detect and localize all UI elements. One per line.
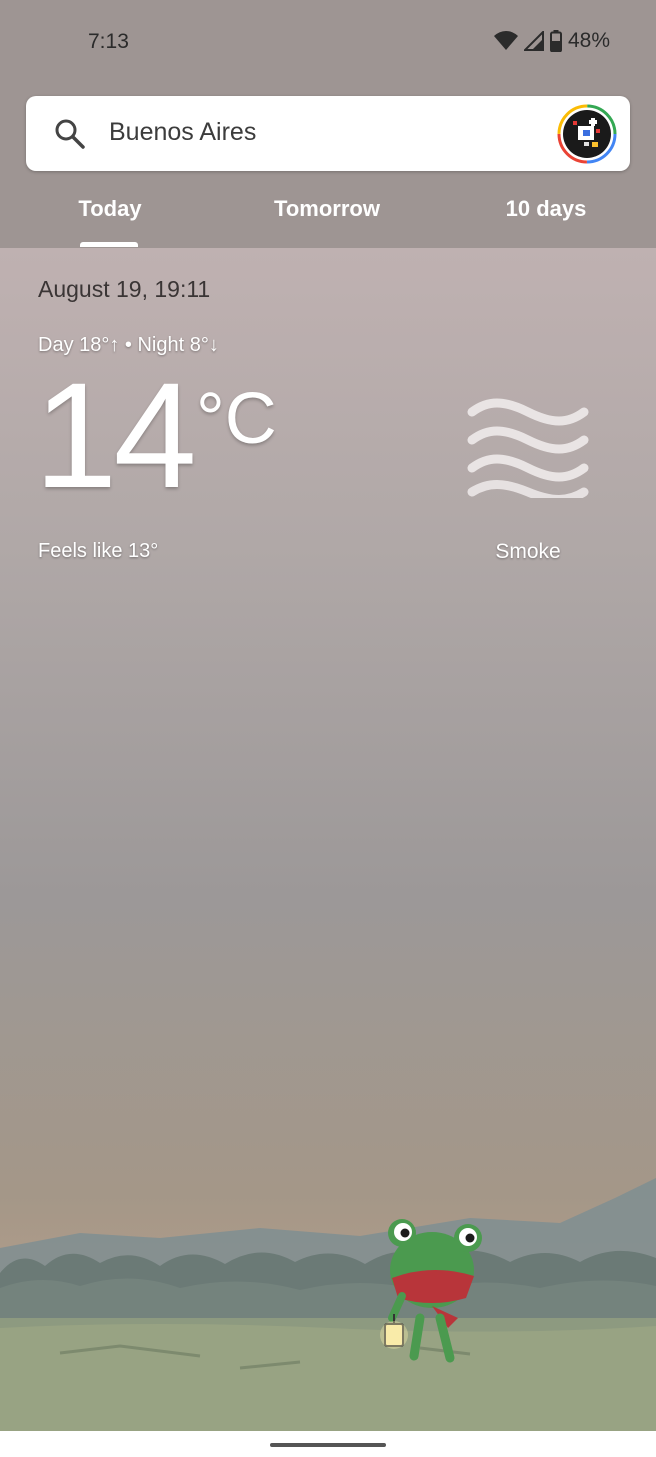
header: Buenos Aires Today Tomorrow 10 days — [0, 84, 656, 248]
avatar[interactable] — [557, 104, 617, 164]
date-time: August 19, 19:11 — [38, 276, 211, 302]
weather-illustration — [0, 1178, 656, 1431]
cell-signal-icon — [523, 31, 544, 51]
tab-today[interactable]: Today — [30, 196, 190, 222]
battery-icon — [549, 30, 562, 52]
current-temperature: 14 — [34, 351, 197, 519]
tab-indicator — [80, 242, 138, 247]
status-icons: 48% — [493, 29, 610, 53]
search-icon[interactable] — [54, 118, 86, 155]
tab-tomorrow[interactable]: Tomorrow — [247, 196, 407, 222]
battery-percent: 48% — [567, 29, 610, 52]
temperature-unit[interactable]: °C — [196, 378, 277, 460]
navigation-bar — [0, 1431, 656, 1457]
feels-like: Feels like 13° — [38, 540, 159, 562]
tab-bar: Today Tomorrow 10 days — [0, 184, 656, 248]
status-time: 7:13 — [88, 30, 129, 53]
tab-10-days[interactable]: 10 days — [466, 196, 626, 222]
home-gesture-handle[interactable] — [270, 1443, 386, 1447]
status-bar: 7:13 48% — [0, 0, 656, 84]
weather-panel: August 19, 19:11 Day 18°↑ • Night 8°↓ 14… — [0, 248, 656, 1431]
search-bar[interactable]: Buenos Aires — [26, 96, 630, 171]
search-query[interactable]: Buenos Aires — [109, 118, 256, 147]
wifi-icon — [493, 31, 518, 51]
smoke-icon — [466, 398, 590, 504]
condition-label: Smoke — [495, 540, 561, 563]
